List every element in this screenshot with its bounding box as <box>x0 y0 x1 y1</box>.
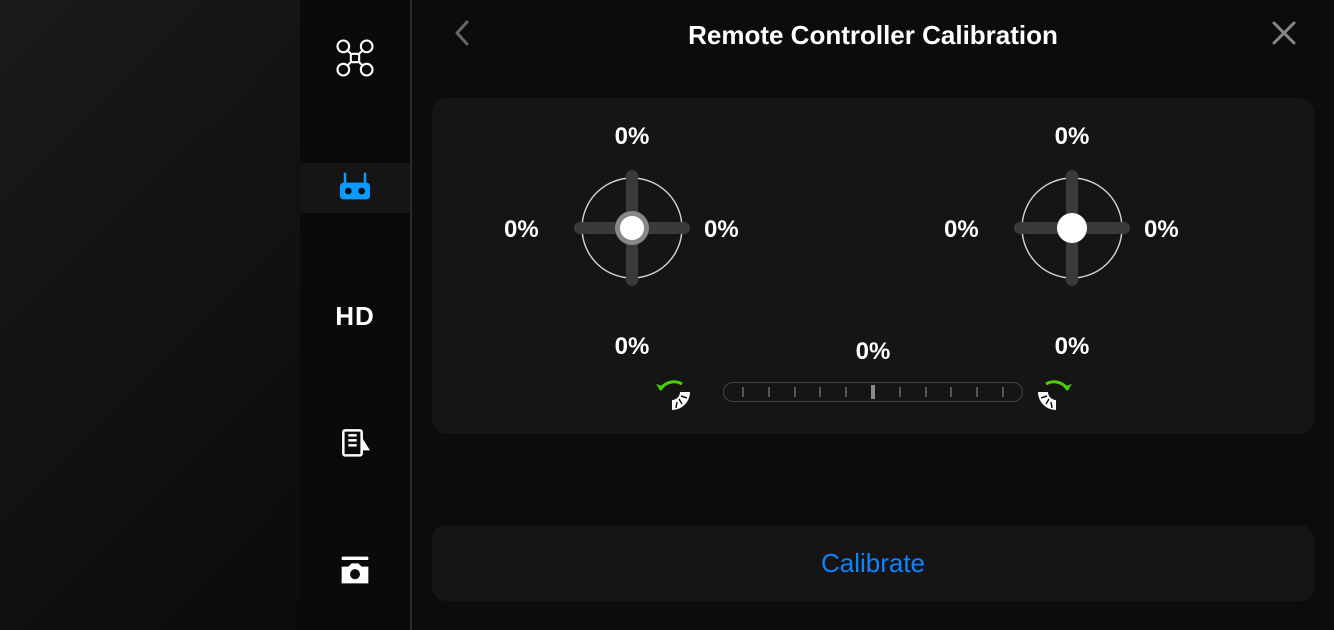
calibration-panel: 0% 0% 0% 0% 0% 0% 0% 0% <box>432 98 1314 434</box>
right-stick-right-value: 0% <box>1144 216 1179 244</box>
left-stick-top-value: 0% <box>615 123 650 151</box>
right-stick-graphic <box>1012 168 1132 288</box>
calibrate-button-label: Calibrate <box>821 548 925 579</box>
left-stick-left-value: 0% <box>504 216 539 244</box>
dial-slider[interactable] <box>723 382 1023 402</box>
remote-controller-icon <box>335 166 375 211</box>
hd-icon: HD <box>335 301 375 332</box>
page-title: Remote Controller Calibration <box>688 20 1058 51</box>
sidebar-item-image-transmission[interactable]: HD <box>300 291 410 341</box>
sidebar-item-remote-controller[interactable] <box>300 163 410 213</box>
main-content: Remote Controller Calibration 0% 0% 0% 0… <box>412 0 1334 630</box>
close-icon <box>1271 20 1297 51</box>
right-stick-top-value: 0% <box>1055 123 1090 151</box>
sidebar-item-camera[interactable] <box>300 547 410 597</box>
right-stick-left-value: 0% <box>944 216 979 244</box>
back-button[interactable] <box>442 15 482 55</box>
left-stick-graphic <box>572 168 692 288</box>
drone-icon <box>335 38 375 83</box>
calibrate-button[interactable]: Calibrate <box>432 525 1314 601</box>
header: Remote Controller Calibration <box>412 0 1334 70</box>
dial-rotate-left-icon <box>652 372 692 412</box>
camera-icon <box>335 550 375 595</box>
left-stick-right-value: 0% <box>704 216 739 244</box>
sidebar-item-aircraft[interactable] <box>300 35 410 85</box>
chevron-left-icon <box>453 18 471 53</box>
sidebar-item-battery[interactable] <box>300 419 410 469</box>
dial-rotate-right-icon <box>1036 372 1076 412</box>
close-button[interactable] <box>1264 15 1304 55</box>
settings-sidebar: HD <box>300 0 410 630</box>
battery-icon <box>335 422 375 467</box>
dial-value: 0% <box>856 338 891 366</box>
dial-display: 0% <box>432 346 1314 426</box>
